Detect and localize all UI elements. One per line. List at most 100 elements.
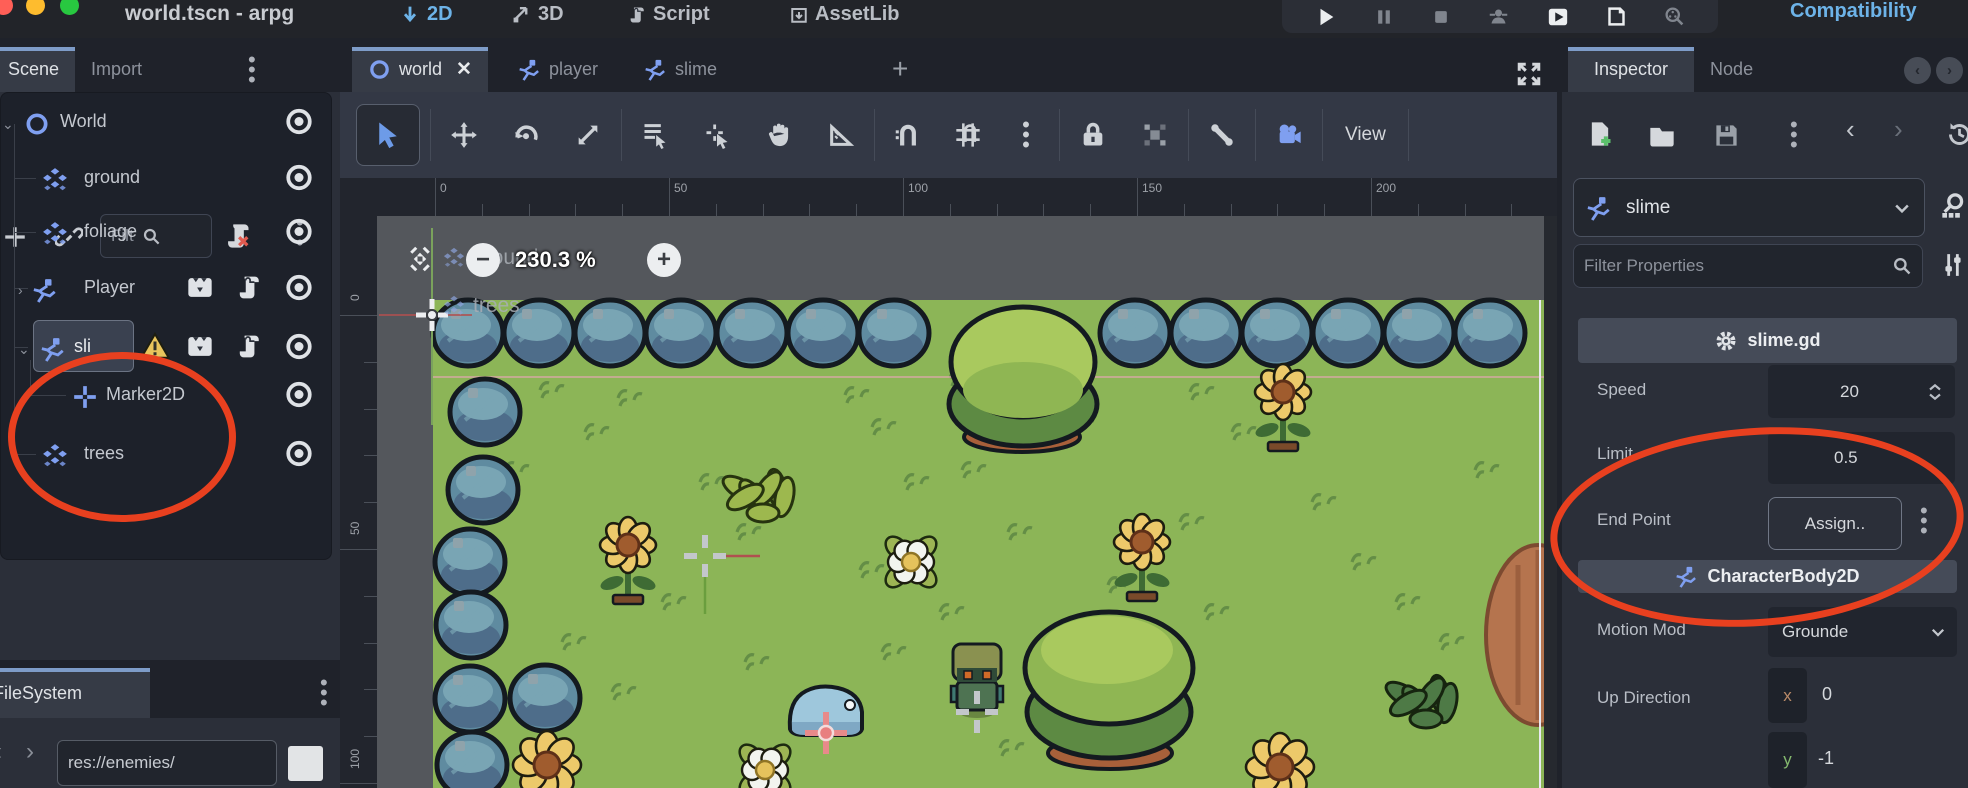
visibility-eye-icon[interactable] [284,380,314,415]
new-resource-icon[interactable] [1586,120,1614,148]
tab-scene[interactable]: Scene [0,47,75,92]
history-forward-icon[interactable]: › [1894,114,1903,145]
zoom-level[interactable]: 230.3 % [515,247,596,273]
visibility-eye-icon[interactable] [284,217,314,252]
zoom-in-button[interactable]: + [647,243,681,277]
history-back-icon[interactable]: ‹ [1846,114,1855,145]
group-node-button[interactable] [1132,112,1178,158]
play-custom-scene-button[interactable] [1606,6,1627,27]
skeleton-options-button[interactable] [1266,112,1312,158]
pivot-tool-button[interactable] [694,112,740,158]
motion-mode-dropdown[interactable]: Grounde [1768,607,1957,657]
layer-label-trees[interactable]: trees [443,294,520,318]
visibility-eye-icon[interactable] [284,273,314,308]
tab-script[interactable]: Script [628,3,710,26]
speed-spinbox[interactable]: 20 [1768,365,1955,418]
filter-properties-input[interactable]: Filter Properties [1573,244,1923,288]
attached-script-icon[interactable] [236,275,262,306]
collapse-icon[interactable]: ⌄ [2,116,14,133]
scale-tool-button[interactable] [565,112,611,158]
skeleton-bone-button[interactable] [1199,112,1245,158]
tab-3d[interactable]: 3D [512,3,564,26]
visibility-eye-icon[interactable] [284,163,314,198]
endpoint-assign-button[interactable]: Assign.. [1768,497,1902,550]
class-category-header[interactable]: CharacterBody2D [1578,560,1957,593]
collapse-icon[interactable]: ⌄ [18,341,30,358]
visibility-eye-icon[interactable] [284,439,314,474]
new-scene-tab-icon[interactable]: + [892,53,908,85]
tab-node[interactable]: Node [1694,47,1769,92]
smart-snap-button[interactable] [885,112,931,158]
play-scene-button[interactable] [1547,6,1569,28]
tree-row-player[interactable]: › Player [0,265,328,315]
pan-tool-button[interactable] [756,112,802,158]
pause-button[interactable] [1374,7,1394,27]
remote-debug-icon[interactable] [1488,6,1509,27]
tree-row-foliage[interactable]: foliage [0,209,328,259]
stop-button[interactable] [1431,7,1451,27]
instanced-scene-icon[interactable] [186,274,214,307]
view-menu-button[interactable]: View [1333,112,1398,158]
dock-prev-icon[interactable]: ‹ [1904,57,1931,84]
lock-node-button[interactable] [1070,112,1116,158]
visibility-eye-icon[interactable] [284,107,314,142]
edited-node-selector[interactable]: slime [1573,178,1925,237]
tree-row-marker2d[interactable]: Marker2D [0,372,328,422]
scene-tab-menu-icon[interactable]: ••• [248,55,256,85]
endpoint-options-icon[interactable]: ••• [1920,506,1928,536]
dock-next-icon[interactable]: › [1936,57,1963,84]
updirection-y-value[interactable]: -1 [1818,748,1834,769]
save-resource-icon[interactable] [1713,122,1740,149]
tab-scene-world[interactable]: world ✕ [352,47,488,92]
tab-2d[interactable]: 2D [400,3,453,26]
select-tool-button[interactable] [356,104,420,166]
move-tool-button[interactable] [441,112,487,158]
tree-row-ground[interactable]: ground [0,155,328,205]
canvas-scrollbar[interactable] [1544,216,1557,788]
tree-row-world[interactable]: ⌄ World [0,99,328,149]
tab-scene-player[interactable]: player [502,47,614,92]
spinner-updown-icon[interactable] [1925,382,1945,402]
expand-viewport-icon[interactable] [1516,61,1542,87]
tab-import[interactable]: Import [75,47,158,92]
history-back-icon[interactable]: ‹ [0,738,2,766]
renderer-selector[interactable]: Compatibility [1790,0,1917,23]
resource-menu-icon[interactable]: ••• [1790,120,1798,150]
close-tab-icon[interactable]: ✕ [456,58,472,81]
script-category-header[interactable]: slime.gd [1578,318,1957,363]
macos-close-button[interactable] [0,0,13,15]
game-scene[interactable] [377,216,1557,788]
expand-icon[interactable]: › [18,282,23,298]
history-icon[interactable] [1946,121,1968,148]
filesystem-path[interactable]: res://enemies/ [57,740,277,786]
visibility-eye-icon[interactable] [284,332,314,367]
tree-row-trees[interactable]: trees [0,431,328,481]
instanced-scene-icon[interactable] [186,333,214,366]
canvas-viewport[interactable]: ground trees − 230.3 % + [377,216,1557,788]
filesystem-menu-icon[interactable]: ••• [320,678,328,708]
tab-inspector[interactable]: Inspector [1568,47,1694,92]
tab-filesystem[interactable]: FileSystem [0,668,150,718]
rotate-tool-button[interactable] [503,112,549,158]
warning-icon[interactable] [140,332,170,367]
grid-snap-button[interactable] [945,112,991,158]
filesystem-split-mode-button[interactable] [288,746,323,781]
macos-minimize-button[interactable] [26,0,45,15]
history-forward-icon[interactable]: › [26,738,34,766]
center-view-icon[interactable] [405,244,435,274]
player-character[interactable] [951,644,1003,718]
list-select-tool-button[interactable] [632,112,678,158]
play-button[interactable] [1315,6,1337,28]
movie-maker-button[interactable] [1664,6,1685,27]
updirection-x-value[interactable]: 0 [1822,684,1832,705]
property-tools-icon[interactable] [1940,252,1966,278]
limit-spinbox[interactable]: 0.5 [1768,432,1955,484]
tab-scene-slime[interactable]: slime [628,47,733,92]
snap-options-icon[interactable]: ••• [1003,112,1049,158]
open-docs-icon[interactable] [1940,192,1968,220]
macos-zoom-button[interactable] [60,0,79,15]
attached-script-icon[interactable] [236,334,262,365]
tab-assetlib[interactable]: AssetLib [790,3,899,26]
load-resource-icon[interactable] [1648,122,1676,150]
zoom-out-button[interactable]: − [466,243,500,277]
